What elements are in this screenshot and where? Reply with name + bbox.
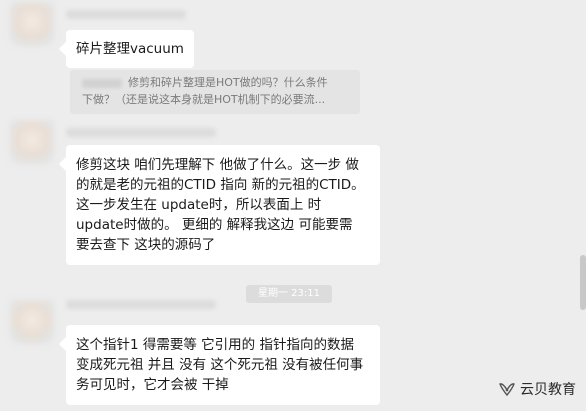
message-text: update时做的。 更细的 解释我这边 可能要需 xyxy=(76,217,353,233)
message-bubble[interactable]: 修剪这块 咱们先理解下 他做了什么。这一步 做 的就是老的元祖的CTID 指向 … xyxy=(66,145,380,265)
quoted-sender-blurred xyxy=(82,78,122,88)
message-text: 务可见时，它才会被 干掉 xyxy=(76,377,229,393)
timestamp: 星期一 23:11 xyxy=(246,285,332,303)
quoted-text: 修剪和碎片整理是HOT做的吗？什么条件 xyxy=(128,76,328,89)
scrollbar[interactable] xyxy=(580,255,586,310)
message-text: 修剪这块 咱们先理解下 他做了什么。这一步 做 xyxy=(76,157,359,173)
wechat-channel-icon xyxy=(498,381,516,397)
message-bubble[interactable]: 这个指针1 得需要等 它引用的 指针指向的数据 变成死元祖 并且 没有 这个死元… xyxy=(66,325,380,405)
avatar[interactable] xyxy=(10,120,54,164)
message-text: 这一步发生在 update时，所以表面上 时 xyxy=(76,197,322,213)
sender-name-blurred xyxy=(66,10,186,19)
message-text: 变成死元祖 并且 没有 这个死元祖 没有被任何事 xyxy=(76,357,364,373)
message-text: 这个指针1 得需要等 它引用的 指针指向的数据 xyxy=(76,337,354,353)
watermark-label: 云贝教育 xyxy=(520,382,576,398)
message-text: 要去查下 这块的源码了 xyxy=(76,237,216,253)
sender-name-blurred xyxy=(66,300,216,309)
avatar[interactable] xyxy=(10,2,54,46)
watermark: 云贝教育 xyxy=(498,379,576,399)
message-text: 碎片整理vacuum xyxy=(76,41,184,57)
message-bubble[interactable]: 碎片整理vacuum xyxy=(66,30,194,68)
quoted-text: 下做？（还是说这本身就是HOT机制下的必要流... xyxy=(82,93,326,106)
sender-name-blurred xyxy=(66,128,216,137)
message-text: 的就是老的元祖的CTID 指向 新的元祖的CTID。 xyxy=(76,177,365,193)
quoted-message[interactable]: 修剪和碎片整理是HOT做的吗？什么条件 下做？（还是说这本身就是HOT机制下的必… xyxy=(70,70,360,114)
avatar[interactable] xyxy=(10,300,54,344)
